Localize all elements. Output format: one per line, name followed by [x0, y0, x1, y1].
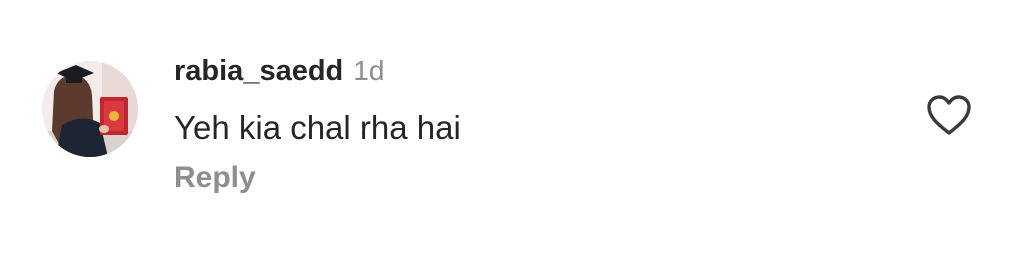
- heart-outline-icon: [927, 95, 971, 135]
- comment-item: rabia_saedd 1d Yeh kia chal rha hai Repl…: [0, 0, 1024, 257]
- avatar[interactable]: [42, 61, 138, 157]
- like-button[interactable]: [926, 94, 972, 136]
- reply-button[interactable]: Reply: [174, 161, 256, 195]
- timestamp: 1d: [353, 55, 385, 86]
- comment-header: rabia_saedd 1d: [174, 55, 384, 91]
- graduate-photo-avatar-image: [42, 61, 138, 157]
- comment-text: Yeh kia chal rha hai: [174, 109, 461, 146]
- username[interactable]: rabia_saedd: [174, 55, 343, 88]
